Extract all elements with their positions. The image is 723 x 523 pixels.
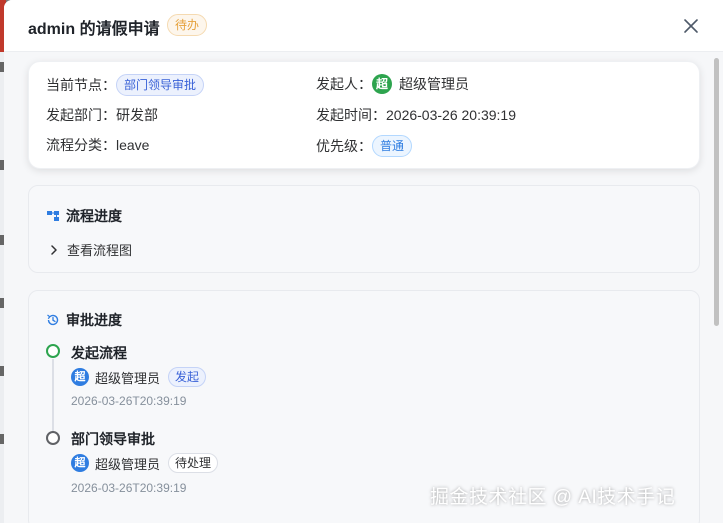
dept-value: 研发部	[116, 107, 158, 123]
category-label: 流程分类：	[46, 137, 116, 153]
history-icon	[47, 314, 59, 326]
step-user-name: 超级管理员	[95, 456, 161, 472]
view-flowchart-label[interactable]: 查看流程图	[67, 240, 132, 259]
step-time: 2026-03-26T20:39:19	[71, 394, 187, 408]
category-value: leave	[116, 137, 150, 153]
avatar: 超	[372, 74, 392, 94]
approval-progress-title: 审批进度	[46, 310, 122, 330]
start-time-value: 2026-03-26 20:39:19	[386, 107, 516, 123]
timeline-dot-completed	[46, 344, 60, 358]
priority-badge: 普通	[372, 135, 413, 157]
current-node-label: 当前节点：	[46, 77, 116, 93]
step-tag: 发起	[168, 367, 207, 387]
step-user-name: 超级管理员	[95, 370, 161, 386]
status-badge: 待办	[167, 14, 208, 36]
start-time-row: 发起时间： 2026-03-26 20:39:19	[316, 105, 516, 125]
scrollbar[interactable]	[714, 58, 719, 326]
step-tag: 待处理	[168, 453, 219, 473]
flow-progress-card: 流程进度 查看流程图	[28, 185, 700, 273]
timeline-connector	[52, 359, 54, 433]
chevron-right-icon[interactable]	[49, 244, 59, 256]
current-node-badge: 部门领导审批	[116, 74, 205, 96]
initiator-label: 发起人：	[316, 76, 372, 92]
step-title: 部门领导审批	[71, 431, 155, 447]
step-user: 超 超级管理员 待处理	[71, 453, 219, 473]
watermark: 掘金技术社区 @ AI技术手记	[430, 487, 676, 508]
avatar: 超	[71, 454, 89, 472]
step-time: 2026-03-26T20:39:19	[71, 481, 187, 495]
timeline-dot-pending	[46, 431, 60, 445]
step-title: 发起流程	[71, 345, 127, 361]
view-flowchart-toggle[interactable]: 查看流程图	[49, 240, 132, 259]
dept-row: 发起部门： 研发部	[46, 105, 158, 125]
drawer-title: admin 的请假申请	[28, 21, 160, 38]
close-button[interactable]	[680, 15, 702, 37]
drawer-header: admin 的请假申请 待办	[4, 0, 723, 52]
current-node-row: 当前节点： 部门领导审批	[46, 74, 205, 96]
initiator-row: 发起人： 超 超级管理员	[316, 74, 469, 94]
priority-row: 优先级： 普通	[316, 135, 413, 157]
priority-label: 优先级：	[316, 138, 372, 154]
start-time-label: 发起时间：	[316, 107, 386, 123]
flowchart-icon	[47, 211, 59, 221]
avatar: 超	[71, 368, 89, 386]
flow-progress-title: 流程进度	[46, 206, 122, 226]
initiator-name: 超级管理员	[399, 76, 469, 92]
approval-drawer: admin 的请假申请 待办 当前节点： 部门领导审批 发起人： 超 超级管理员…	[4, 0, 723, 523]
category-row: 流程分类： leave	[46, 135, 149, 155]
approval-progress-title-text: 审批进度	[66, 312, 122, 328]
process-info-card: 当前节点： 部门领导审批 发起人： 超 超级管理员 发起部门： 研发部 发起时间…	[28, 61, 700, 169]
flow-progress-title-text: 流程进度	[66, 208, 122, 224]
step-user: 超 超级管理员 发起	[71, 367, 207, 387]
close-icon[interactable]	[680, 15, 702, 37]
dept-label: 发起部门：	[46, 107, 116, 123]
